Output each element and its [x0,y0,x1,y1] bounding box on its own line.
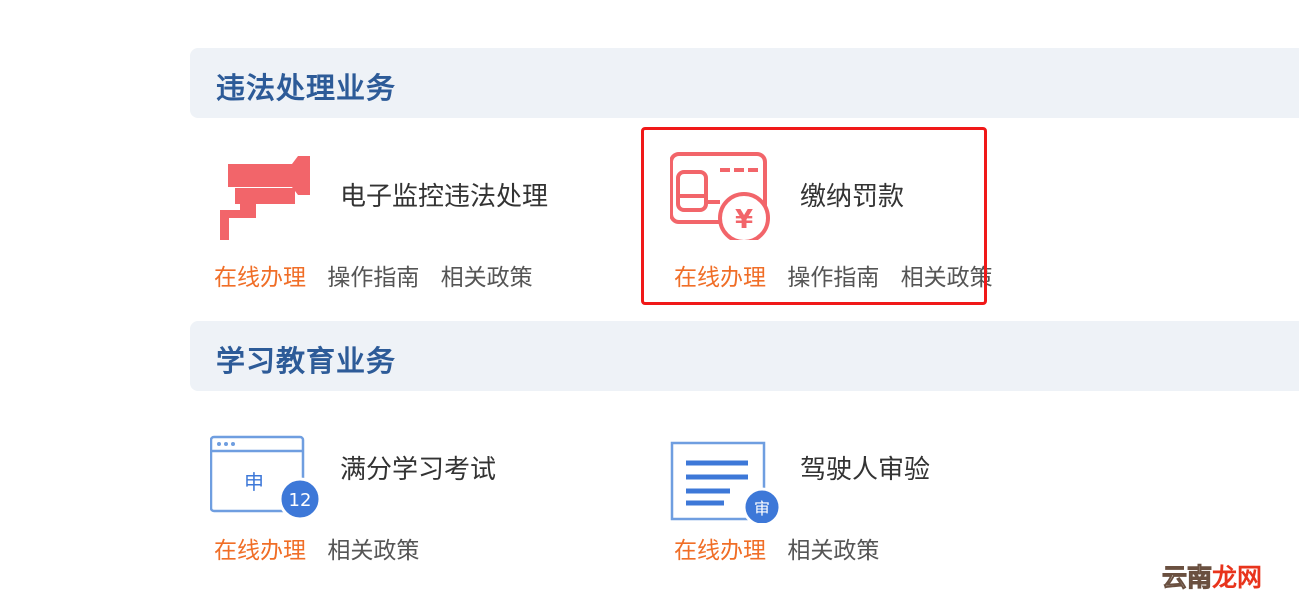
card-title: 满分学习考试 [340,455,497,485]
section-header-education: 学习教育业务 [190,321,1299,391]
card-driver-review[interactable]: 审 驾驶人审验 在线办理 相关政策 [660,413,1020,565]
watermark: 云南龙网 [1161,558,1263,594]
card-electronic-monitoring[interactable]: 电子监控违法处理 在线办理 操作指南 相关政策 [200,140,560,292]
card-links: 在线办理 操作指南 相关政策 [214,258,547,292]
card-title: 驾驶人审验 [800,455,931,485]
watermark-part2: 龙网 [1212,563,1263,592]
document-review-icon: 审 [670,423,782,527]
online-handle-link[interactable]: 在线办理 [214,538,306,564]
online-handle-link[interactable]: 在线办理 [674,538,766,564]
watermark-part1: 云南 [1161,563,1213,593]
related-policy-link[interactable]: 相关政策 [441,265,533,291]
badge-label: 审 [754,499,770,518]
card-links: 在线办理 相关政策 [674,531,893,565]
section-title: 学习教育业务 [216,344,397,378]
section-title: 违法处理业务 [216,71,397,105]
badge-count: 12 [289,490,312,511]
related-policy-link[interactable]: 相关政策 [327,538,419,564]
card-links: 在线办理 相关政策 [214,531,433,565]
card-full-score-study[interactable]: 申 12 满分学习考试 在线办理 相关政策 [200,413,560,565]
online-handle-link[interactable]: 在线办理 [214,265,306,291]
surveillance-camera-icon [210,150,310,240]
section-header-violation: 违法处理业务 [190,48,1299,118]
badge-label: 申 [244,470,264,494]
related-policy-link[interactable]: 相关政策 [787,538,879,564]
application-window-icon: 申 12 [209,423,322,521]
highlight-box [641,127,987,305]
card-title: 电子监控违法处理 [340,182,549,212]
operation-guide-link[interactable]: 操作指南 [327,265,419,291]
